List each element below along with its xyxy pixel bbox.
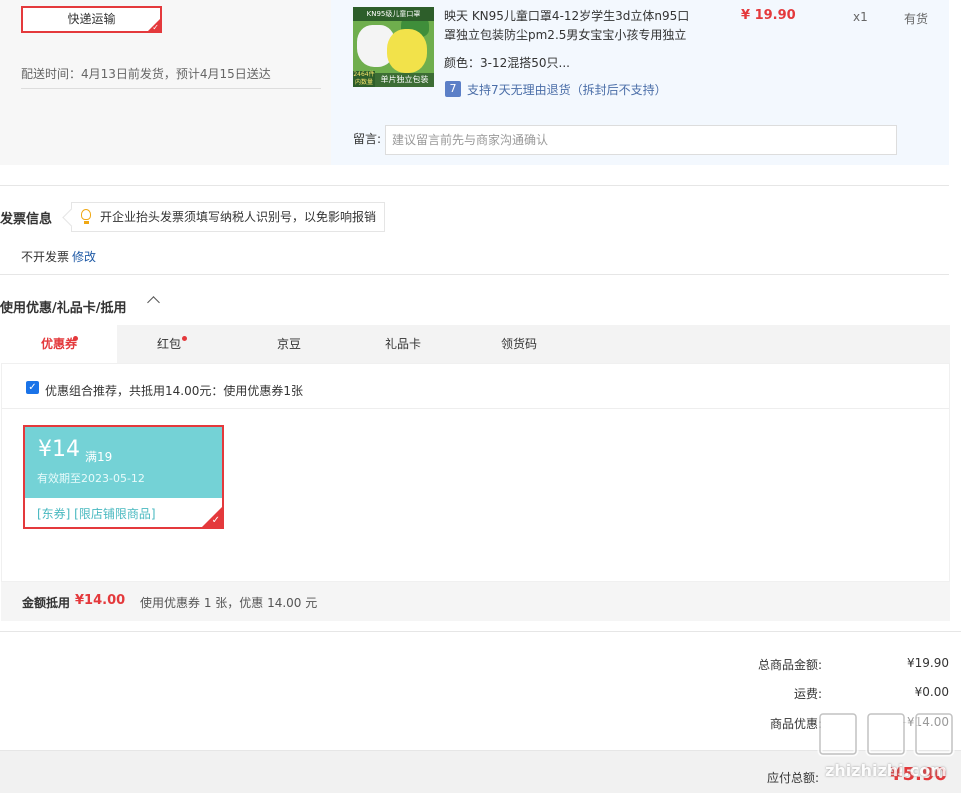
- chevron-up-icon[interactable]: [147, 296, 160, 309]
- product-image[interactable]: KN95级儿童口罩 2464件 内数量 单片独立包装: [353, 7, 434, 87]
- combo-recommendation: 优惠组合推荐，共抵用14.00元：使用优惠券1张: [45, 384, 303, 398]
- divider: [0, 185, 949, 186]
- coupon-amount: ¥14: [38, 437, 80, 462]
- return-policy[interactable]: 支持7天无理由退货（拆封后不支持）: [467, 81, 667, 98]
- image-band-text: KN95级儿童口罩: [353, 7, 434, 21]
- discount-summary-amount: ¥14.00: [75, 593, 126, 608]
- tab-label: 优惠券: [40, 337, 77, 351]
- lightbulb-base: [84, 221, 89, 224]
- tab-gift-card[interactable]: 礼品卡: [351, 325, 455, 363]
- divider: [2, 408, 949, 409]
- product-quantity: x1: [853, 10, 868, 24]
- coupon-condition: 满19: [85, 450, 113, 464]
- coupon-tabs: 优惠券 红包 京豆 礼品卡 领货码: [1, 325, 950, 363]
- freight-label: 运费:: [793, 687, 822, 701]
- divider: [21, 88, 321, 89]
- freight-value: ¥0.00: [914, 685, 949, 699]
- tooltip-arrow: [62, 208, 81, 227]
- coupon-card[interactable]: ¥14 满19 有效期至2023-05-12 [东券] [限店铺限商品] ✓: [23, 425, 224, 529]
- delivery-time: 配送时间：4月13日前发货，预计4月15日送达: [21, 67, 271, 81]
- tab-jingdou[interactable]: 京豆: [237, 325, 341, 363]
- check-icon: ✓: [152, 23, 159, 32]
- express-shipping-option[interactable]: 快递运输 ✓: [21, 6, 162, 33]
- divider: [0, 631, 961, 632]
- combo-checkbox[interactable]: ✓: [26, 381, 39, 394]
- invoice-title: 发票信息: [0, 212, 53, 227]
- check-icon: ✓: [211, 515, 220, 526]
- coupon-expiry: 有效期至2023-05-12: [37, 472, 145, 485]
- image-label: 单片独立包装: [375, 73, 434, 87]
- invoice-status: 不开发票: [21, 250, 70, 264]
- coupon-card-header: ¥14 满19 有效期至2023-05-12: [25, 427, 222, 498]
- watermark-logo: zhizhizhi.com: [812, 706, 960, 792]
- tab-red-packets[interactable]: 红包: [117, 325, 221, 363]
- discount-summary-label: 金额抵用: [22, 596, 71, 610]
- notification-dot: [73, 336, 78, 341]
- discount-label: 商品优惠:: [769, 717, 822, 731]
- product-color: 颜色：3-12混搭50只...: [444, 56, 570, 70]
- coupon-section-title[interactable]: 使用优惠/礼品卡/抵用: [0, 297, 127, 316]
- image-badge: 2464件 内数量: [353, 71, 375, 87]
- lightbulb-icon: [81, 209, 91, 220]
- goods-total-value: ¥19.90: [907, 656, 949, 670]
- discount-summary-desc: 使用优惠券 1 张，优惠 14.00 元: [140, 596, 318, 610]
- coupon-tags: [东券] [限店铺限商品]: [37, 507, 156, 521]
- divider: [0, 274, 949, 275]
- message-label: 留言:: [353, 132, 382, 146]
- message-input[interactable]: [385, 125, 897, 155]
- express-shipping-label: 快递运输: [67, 12, 116, 26]
- goods-total-label: 总商品金额:: [757, 658, 822, 672]
- invoice-tip-text: 开企业抬头发票须填写纳税人识别号，以免影响报销: [100, 210, 377, 224]
- product-title[interactable]: 映天 KN95儿童口罩4-12岁学生3d立体n95口罩独立包装防尘pm2.5男女…: [444, 7, 694, 45]
- invoice-edit-link[interactable]: 修改: [72, 248, 96, 265]
- notification-dot: [182, 336, 187, 341]
- tab-label: 红包: [156, 337, 181, 351]
- watermark-site: zhizhizhi.com: [825, 761, 947, 780]
- tab-redeem-code[interactable]: 领货码: [467, 325, 571, 363]
- seven-day-return-icon: 7: [445, 81, 461, 97]
- yellow-mask-illustration: [387, 29, 427, 73]
- stock-status: 有货: [904, 12, 929, 26]
- product-price: ¥ 19.90: [741, 8, 796, 23]
- invoice-tooltip: 开企业抬头发票须填写纳税人识别号，以免影响报销: [62, 202, 385, 232]
- tab-coupons[interactable]: 优惠券: [1, 325, 117, 363]
